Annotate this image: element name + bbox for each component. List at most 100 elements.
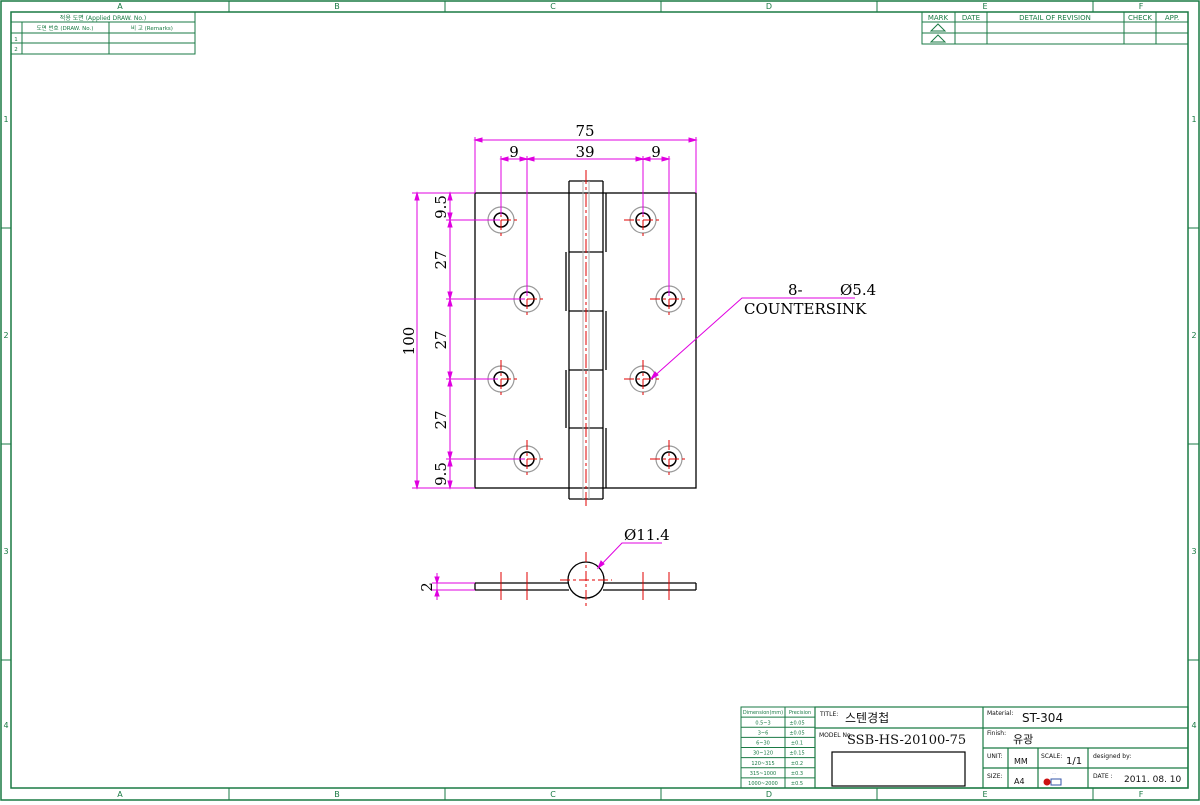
zone-label-top-b: B [334,2,340,11]
dim-hole-spacing: 39 [575,143,594,161]
revision-triangle-icon [929,34,947,43]
scale-label: SCALE: [1041,753,1062,760]
tolerance-row-dimension: 0.5~3 [755,720,770,726]
tolerance-row-dimension: 3~6 [758,730,769,736]
tolerance-row-dimension: 6~30 [756,741,770,747]
zone-label-left-4: 4 [3,721,8,730]
applied-drawings-row-1: 1 [14,37,18,43]
hinge-front-view [474,170,697,508]
hinge-side-view [474,552,697,608]
dim-overall-height: 100 [400,327,418,356]
designed-label: designed by: [1093,753,1131,760]
zone-label-bottom-a: A [117,790,123,799]
zone-label-top-e: E [982,2,987,11]
zone-labels: A B C D E F A B C D E F 1 2 3 4 1 2 3 4 [3,2,1196,799]
zone-label-left-2: 2 [3,331,8,340]
dim-v-pitch-1: 27 [432,250,450,269]
dim-hole-offset-left: 9 [509,143,519,161]
countersink-hole [650,440,688,478]
date-value: 2011. 08. 10 [1124,775,1182,785]
zone-label-top-a: A [117,2,123,11]
company-logo: … [1043,771,1062,786]
side-dimensions [432,542,662,600]
zone-label-top-f: F [1139,2,1144,11]
title-block: TITLE: 스텐경첩 MODEL No. SSB-HS-20100-75 Ma… [814,706,1189,789]
revision-table: MARK DATE DETAIL OF REVISION CHECK APP. [921,11,1189,45]
logo-circle-icon [1043,778,1051,786]
zone-label-bottom-b: B [334,790,340,799]
zone-ticks [1,1,1199,800]
hole-note-type: COUNTERSINK [744,300,867,318]
dim-thickness: 2 [418,582,436,592]
zone-label-bottom-c: C [550,790,556,799]
tolerance-row-precision: ±0.05 [789,730,804,736]
revision-header-date: DATE [962,14,980,22]
zone-label-right-1: 1 [1191,115,1196,124]
tolerance-header-dimension: Dimension(mm) [743,710,783,716]
scale-value: 1/1 [1066,756,1082,767]
drawing-frame [0,0,1200,801]
applied-drawings-col-remarks: 비 고 (Remarks) [131,24,173,32]
tolerance-table: Dimension(mm) Precision 0.5~3 ±0.05 3~6 ±0.05… [740,706,816,789]
tolerance-header-precision: Precision [789,710,811,716]
size-label: SIZE: [987,773,1003,780]
tolerance-row-precision: ±0.5 [791,781,803,787]
date-label: DATE : [1093,773,1113,780]
revision-header-mark: MARK [928,14,949,22]
zone-label-bottom-d: D [766,790,772,799]
tolerance-row-precision: ±0.15 [789,751,804,757]
finish-label: Finish: [987,730,1006,737]
zone-label-top-c: C [550,2,556,11]
material-value: ST-304 [1022,711,1063,725]
tolerance-row-dimension: 1000~2000 [748,781,778,787]
zone-label-left-1: 1 [3,115,8,124]
zone-label-right-2: 2 [1191,331,1196,340]
hole-note-count: 8- [788,281,803,299]
hinge-holes [482,201,688,478]
applied-drawings-title: 적용 도면 (Applied DRAW. No.) [60,14,146,22]
company-logo-text: … [1052,771,1056,775]
finish-value: 유광 [1013,733,1033,746]
model-value: SSB-HS-20100-75 [847,733,966,748]
applied-drawings-table: 적용 도면 (Applied DRAW. No.) 도면 번호 (DRAW. N… [10,11,196,55]
logo-bolt-icon [1050,778,1062,786]
dim-v-bottom: 9.5 [432,462,450,486]
applied-drawings-col-no: 도면 번호 (DRAW. No.) [37,24,94,32]
unit-value: MM [1014,757,1028,766]
countersink-hole [624,360,662,398]
revision-triangle-icon [929,23,947,32]
tolerance-row-dimension: 315~1000 [750,771,776,777]
applied-drawings-row-2: 2 [14,47,18,53]
revision-header-app: APP. [1165,14,1179,22]
zone-label-bottom-f: F [1139,790,1144,799]
side-dimension-texts: 2 Ø11.4 [418,526,670,592]
revision-header-check: CHECK [1128,14,1152,22]
front-dimension-texts: 75 9 39 9 100 9.5 27 27 27 9.5 8- Ø5.4 C… [400,122,876,486]
dim-hole-offset-right: 9 [651,143,661,161]
zone-label-left-3: 3 [3,547,8,556]
dim-knuckle-diameter: Ø11.4 [624,526,670,544]
tolerance-row-dimension: 120~315 [751,761,774,767]
dim-v-pitch-2: 27 [432,330,450,349]
dim-v-pitch-3: 27 [432,410,450,429]
tolerance-row-precision: ±0.05 [789,720,804,726]
title-label: TITLE: [819,711,838,718]
size-value: A4 [1014,777,1025,786]
drawing-sheet: A B C D E F A B C D E F 1 2 3 4 1 2 3 4 … [0,0,1200,801]
zone-label-top-d: D [766,2,772,11]
tolerance-row-precision: ±0.2 [791,761,803,767]
hole-note-diameter: Ø5.4 [840,281,876,299]
zone-label-right-3: 3 [1191,547,1196,556]
title-value: 스텐경첩 [845,711,889,725]
tolerance-row-precision: ±0.3 [791,771,803,777]
tolerance-row-precision: ±0.1 [791,741,803,747]
dim-v-top: 9.5 [432,195,450,219]
zone-label-right-4: 4 [1191,721,1196,730]
unit-label: UNIT: [987,753,1003,760]
revision-header-detail: DETAIL OF REVISION [1019,14,1091,22]
technical-drawing: A B C D E F A B C D E F 1 2 3 4 1 2 3 4 … [0,0,1200,801]
tolerance-rows: Dimension(mm) Precision 0.5~3 ±0.05 3~6 ±0.05… [743,710,811,787]
tolerance-row-dimension: 30~120 [753,751,773,757]
material-label: Material: [987,710,1013,717]
dim-overall-width: 75 [575,122,594,140]
